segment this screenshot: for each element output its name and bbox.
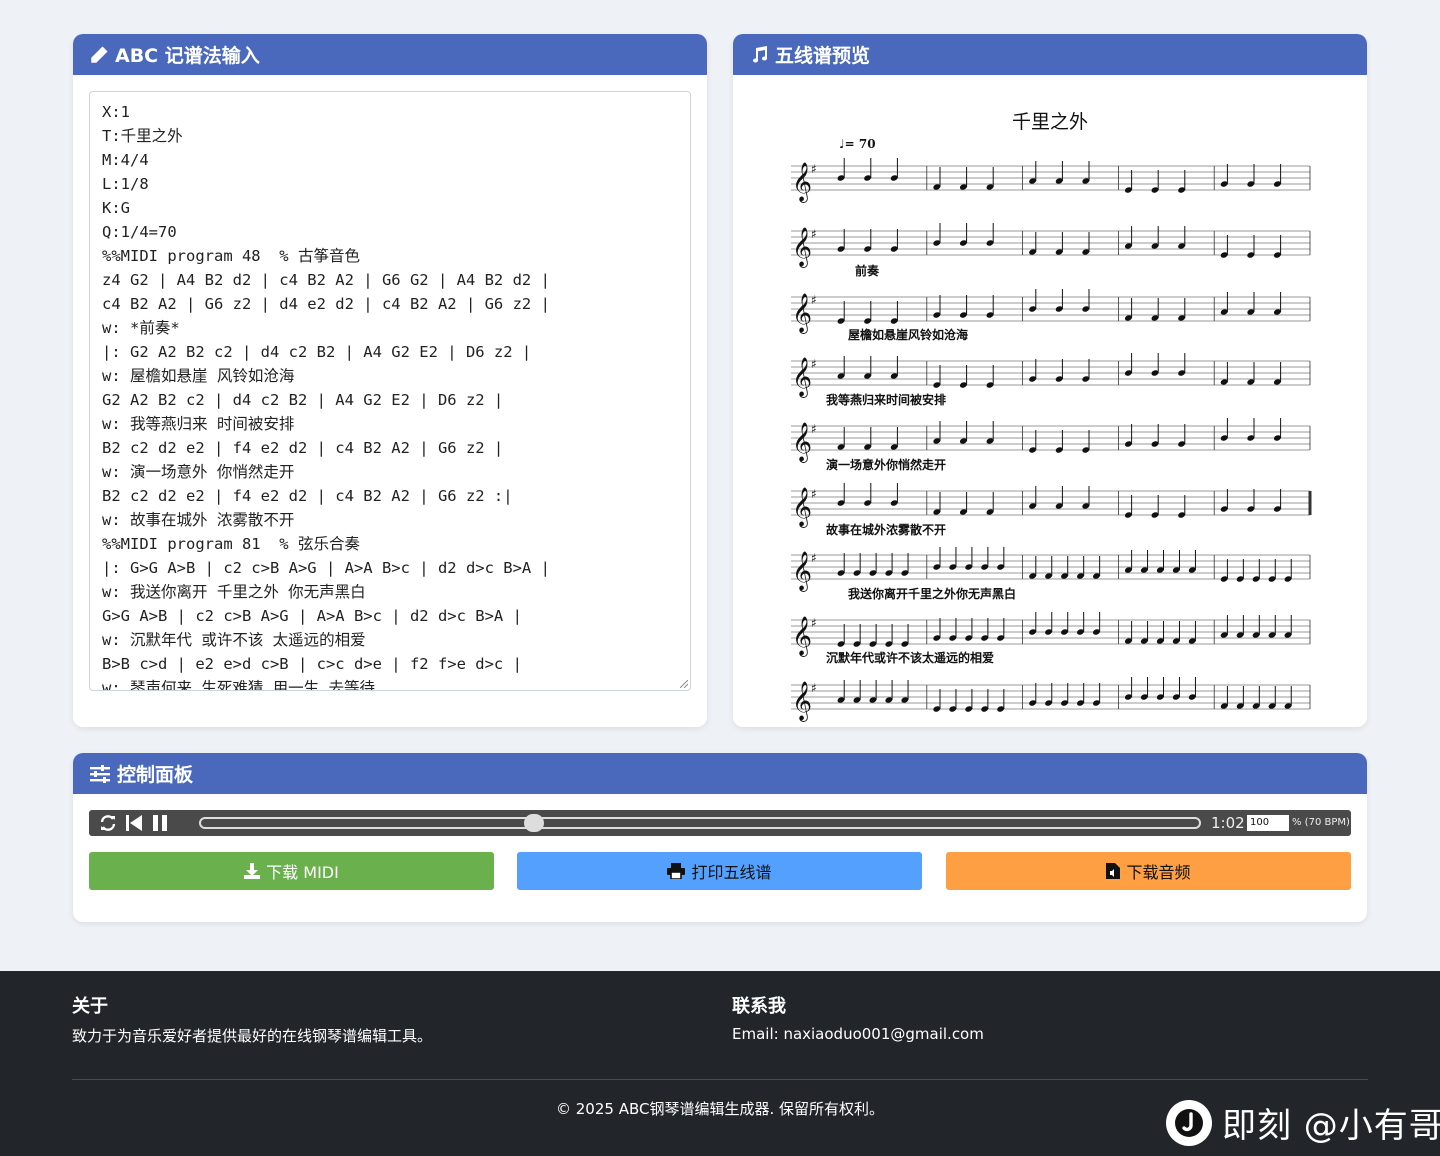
lyric-line: 故事在城外浓雾散不开 bbox=[826, 523, 947, 537]
abc-line: B>B c>d | e2 e>d c>B | c>c d>e | f2 f>e … bbox=[102, 655, 522, 673]
download-midi-label: 下载 MIDI bbox=[266, 863, 339, 882]
contact-heading: 联系我 bbox=[732, 996, 786, 1017]
jike-logo-icon bbox=[1166, 1099, 1212, 1146]
treble-clef-icon: 𝄞 bbox=[792, 293, 812, 334]
abc-line: w: 我送你离开 千里之外 你无声黑白 bbox=[102, 583, 366, 601]
elapsed-time: 1:02 bbox=[1211, 814, 1245, 832]
lyric-line: 沉默年代或许不该太遥远的相爱 bbox=[826, 651, 995, 665]
progress-slider[interactable] bbox=[199, 814, 1201, 832]
skip-back-icon bbox=[126, 815, 142, 831]
abc-editor-header: ABC 记谱法输入 bbox=[73, 34, 707, 75]
tempo-value: = 70 bbox=[844, 137, 876, 151]
download-midi-button[interactable]: 下载 MIDI bbox=[89, 852, 494, 890]
lyric-line: 我送你离开千里之外你无声黑白 bbox=[848, 587, 1017, 601]
abc-line: M:4/4 bbox=[102, 151, 149, 169]
pencil-icon bbox=[91, 45, 108, 63]
contact-email[interactable]: Email: naxiaoduo001@gmail.com bbox=[732, 1025, 984, 1043]
pause-icon bbox=[153, 815, 167, 831]
print-score-label: 打印五线谱 bbox=[691, 863, 772, 882]
progress-thumb[interactable] bbox=[523, 814, 544, 832]
abc-line: w: 故事在城外 浓雾散不开 bbox=[102, 511, 295, 529]
sharp-icon: ♯ bbox=[811, 487, 817, 501]
control-panel-header: 控制面板 bbox=[73, 753, 1367, 794]
treble-clef-icon: 𝄞 bbox=[792, 162, 812, 203]
score-title: 千里之外 bbox=[1011, 111, 1088, 133]
abc-editor-title: ABC 记谱法输入 bbox=[115, 45, 260, 67]
abc-line: X:1 bbox=[102, 103, 130, 121]
watermark: 即刻 @小有哥 bbox=[1166, 1098, 1440, 1147]
resize-grip-icon[interactable] bbox=[680, 680, 688, 688]
music-note-icon bbox=[753, 45, 767, 62]
treble-clef-icon: 𝄞 bbox=[792, 227, 812, 268]
abc-line: %%MIDI program 81 % 弦乐合奏 bbox=[102, 535, 360, 553]
download-icon bbox=[244, 863, 261, 879]
control-panel-title: 控制面板 bbox=[117, 764, 194, 786]
abc-line: %%MIDI program 48 % 古筝音色 bbox=[102, 247, 360, 265]
abc-line: K:G bbox=[102, 199, 130, 217]
sharp-icon: ♯ bbox=[811, 227, 817, 241]
about-text: 致力于为音乐爱好者提供最好的在线钢琴谱编辑工具。 bbox=[72, 1027, 433, 1045]
print-score-button[interactable]: 打印五线谱 bbox=[517, 852, 922, 890]
treble-clef-icon: 𝄞 bbox=[792, 487, 812, 528]
abc-line: w: 演一场意外 你悄然走开 bbox=[102, 463, 295, 481]
abc-line: Q:1/4=70 bbox=[102, 223, 177, 241]
lyric-line: 我等燕归来时间被安排 bbox=[826, 393, 947, 407]
abc-line: c4 B2 A2 | G6 z2 | d4 e2 d2 | c4 B2 A2 |… bbox=[102, 295, 550, 313]
footer-divider bbox=[72, 1079, 1368, 1080]
download-audio-label: 下载音频 bbox=[1126, 863, 1191, 882]
abc-line: G2 A2 B2 c2 | d4 c2 B2 | A4 G2 E2 | D6 z… bbox=[102, 391, 504, 409]
treble-clef-icon: 𝄞 bbox=[792, 422, 812, 463]
loop-icon bbox=[100, 815, 116, 831]
lyric-line: 前奏 bbox=[855, 264, 880, 278]
tempo-marking: ♩= 70 bbox=[839, 137, 876, 151]
audio-file-icon bbox=[1106, 863, 1121, 879]
bpm-label: % (70 BPM) bbox=[1292, 817, 1350, 828]
sharp-icon: ♯ bbox=[811, 293, 817, 307]
lyric-line: 演一场意外你悄然走开 bbox=[826, 458, 947, 472]
sliders-icon bbox=[90, 764, 110, 783]
abc-line: w: 屋檐如悬崖 风铃如沧海 bbox=[102, 367, 295, 385]
abc-line: B2 c2 d2 e2 | f4 e2 d2 | c4 B2 A2 | G6 z… bbox=[102, 487, 513, 505]
treble-clef-icon: 𝄞 bbox=[792, 681, 812, 722]
abc-line: w: *前奏* bbox=[102, 319, 180, 337]
tempo-percent-input[interactable]: 100 bbox=[1247, 815, 1289, 831]
lyric-line: 屋檐如悬崖风铃如沧海 bbox=[848, 328, 969, 342]
sharp-icon: ♯ bbox=[811, 162, 817, 176]
abc-line: G>G A>B | c2 c>B A>G | A>A B>c | d2 d>c … bbox=[102, 607, 522, 625]
treble-clef-icon: 𝄞 bbox=[792, 357, 812, 398]
abc-line: z4 G2 | A4 B2 d2 | c4 B2 A2 | G6 G2 | A4… bbox=[102, 271, 550, 289]
abc-line: L:1/8 bbox=[102, 175, 149, 193]
watermark-text: 即刻 @小有哥 bbox=[1222, 1106, 1440, 1146]
staff-preview-header: 五线谱预览 bbox=[733, 34, 1367, 75]
staff: 𝄞♯ bbox=[791, 158, 1311, 203]
treble-clef-icon: 𝄞 bbox=[792, 551, 812, 592]
sharp-icon: ♯ bbox=[811, 681, 817, 695]
download-audio-button[interactable]: 下载音频 bbox=[946, 852, 1351, 890]
staff-preview-title: 五线谱预览 bbox=[775, 45, 871, 67]
restart-button[interactable] bbox=[121, 810, 147, 836]
pause-button[interactable] bbox=[147, 810, 173, 836]
about-heading: 关于 bbox=[72, 996, 108, 1017]
abc-line: |: G2 A2 B2 c2 | d4 c2 B2 | A4 G2 E2 | D… bbox=[102, 343, 532, 361]
sharp-icon: ♯ bbox=[811, 616, 817, 630]
treble-clef-icon: 𝄞 bbox=[792, 616, 812, 657]
staff-preview-card: 五线谱预览 𝄞 ♯ 𝄞 ♯ 𝄞 ♯ 𝄞 ♯ 𝄞 ♯ 𝄞 ♯ 𝄞 ♯ 𝄞 ♯ 𝄞 ♯ 千里之外 ♩= 70 前奏 屋… bbox=[733, 34, 1367, 727]
sharp-icon: ♯ bbox=[811, 357, 817, 371]
abc-line: T:千里之外 bbox=[102, 127, 183, 145]
abc-line: |: G>G A>B | c2 c>B A>G | A>A B>c | d2 d… bbox=[102, 559, 550, 577]
sharp-icon: ♯ bbox=[811, 551, 817, 565]
loop-button[interactable] bbox=[95, 810, 121, 836]
abc-line: w: 沉默年代 或许不该 太遥远的相爱 bbox=[102, 631, 366, 649]
control-panel: 控制面板 1:02 100 % (70 BPM) 下载 MIDI 打印五线谱 下… bbox=[73, 753, 1367, 922]
sharp-icon: ♯ bbox=[811, 422, 817, 436]
printer-icon bbox=[667, 863, 686, 879]
abc-line: B2 c2 d2 e2 | f4 e2 d2 | c4 B2 A2 | G6 z… bbox=[102, 439, 504, 457]
staff: 𝄞♯ bbox=[791, 677, 1311, 722]
abc-line: w: 我等燕归来 时间被安排 bbox=[102, 415, 295, 433]
abc-textarea[interactable]: X:1 T:千里之外 M:4/4 L:1/8 K:G Q:1/4=70 %%MIDI pro… bbox=[89, 91, 691, 691]
audio-player: 1:02 100 % (70 BPM) bbox=[89, 810, 1351, 836]
abc-editor-card: ABC 记谱法输入 X:1 T:千里之外 M:4/4 L:1/8 K:G Q:1/4=70… bbox=[73, 34, 707, 727]
abc-line: w: 琴声何来 生死难猜 用一生 去等待 bbox=[102, 679, 375, 691]
